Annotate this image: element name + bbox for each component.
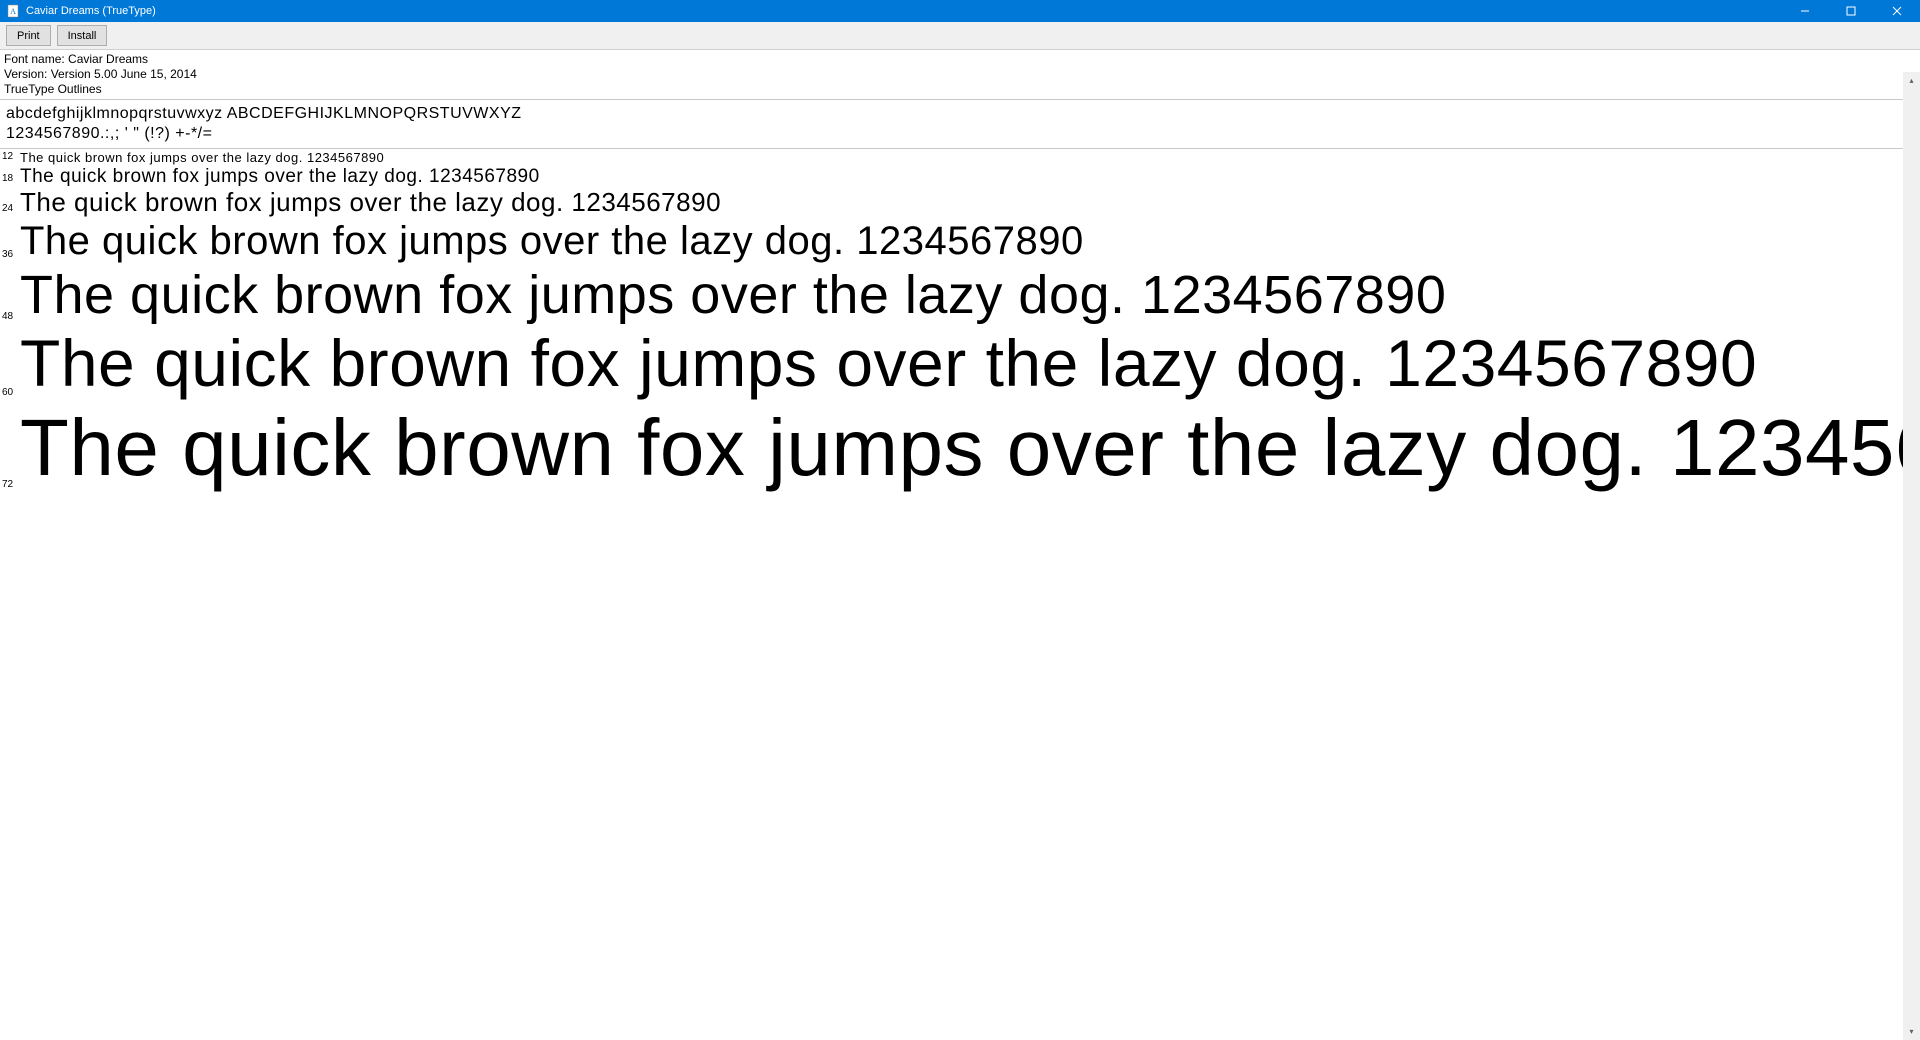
sample-text: The quick brown fox jumps over the lazy …: [20, 218, 1084, 264]
svg-text:A: A: [10, 7, 16, 16]
sample-row: 60The quick brown fox jumps over the laz…: [0, 326, 1920, 402]
titlebar-left: A Caviar Dreams (TrueType): [6, 4, 156, 18]
sample-text: The quick brown fox jumps over the lazy …: [20, 166, 540, 188]
toolbar: Print Install: [0, 22, 1920, 50]
close-button[interactable]: [1874, 0, 1920, 22]
sample-text: The quick brown fox jumps over the lazy …: [20, 188, 721, 218]
window-title: Caviar Dreams (TrueType): [26, 5, 156, 17]
sample-row: 72The quick brown fox jumps over the laz…: [0, 402, 1920, 494]
sample-text-list: 12The quick brown fox jumps over the laz…: [0, 149, 1920, 494]
sample-row: 18The quick brown fox jumps over the laz…: [0, 166, 1920, 188]
scrollbar[interactable]: ▴ ▾: [1903, 72, 1920, 1040]
sample-text: The quick brown fox jumps over the lazy …: [20, 402, 1920, 494]
titlebar: A Caviar Dreams (TrueType): [0, 0, 1920, 22]
sample-size-label: 24: [2, 203, 20, 218]
maximize-button[interactable]: [1828, 0, 1874, 22]
sample-row: 48The quick brown fox jumps over the laz…: [0, 264, 1920, 326]
charset-alphabet: abcdefghijklmnopqrstuvwxyz ABCDEFGHIJKLM…: [6, 104, 1916, 124]
sample-row: 36The quick brown fox jumps over the laz…: [0, 218, 1920, 264]
window-controls: [1782, 0, 1920, 22]
font-name-line: Font name: Caviar Dreams: [4, 52, 1916, 67]
sample-size-label: 72: [2, 479, 20, 494]
install-button[interactable]: Install: [57, 25, 108, 46]
minimize-button[interactable]: [1782, 0, 1828, 22]
sample-row: 24The quick brown fox jumps over the laz…: [0, 188, 1920, 218]
font-file-icon: A: [6, 4, 20, 18]
charset-numbers-punct: 1234567890.:,; ' " (!?) +-*/=: [6, 124, 1916, 144]
charset-preview: abcdefghijklmnopqrstuvwxyz ABCDEFGHIJKLM…: [0, 100, 1920, 149]
sample-text: The quick brown fox jumps over the lazy …: [20, 264, 1446, 326]
sample-size-label: 60: [2, 387, 20, 402]
sample-size-label: 12: [2, 151, 20, 166]
sample-text: The quick brown fox jumps over the lazy …: [20, 151, 384, 166]
sample-size-label: 36: [2, 249, 20, 264]
print-button[interactable]: Print: [6, 25, 51, 46]
scroll-up-icon[interactable]: ▴: [1903, 72, 1920, 89]
sample-size-label: 18: [2, 173, 20, 188]
scroll-down-icon[interactable]: ▾: [1903, 1023, 1920, 1040]
sample-text: The quick brown fox jumps over the lazy …: [20, 326, 1757, 402]
sample-row: 12The quick brown fox jumps over the laz…: [0, 151, 1920, 166]
sample-size-label: 48: [2, 311, 20, 326]
font-version-line: Version: Version 5.00 June 15, 2014: [4, 67, 1916, 82]
font-outlines-line: TrueType Outlines: [4, 82, 1916, 97]
font-metadata: Font name: Caviar Dreams Version: Versio…: [0, 50, 1920, 100]
